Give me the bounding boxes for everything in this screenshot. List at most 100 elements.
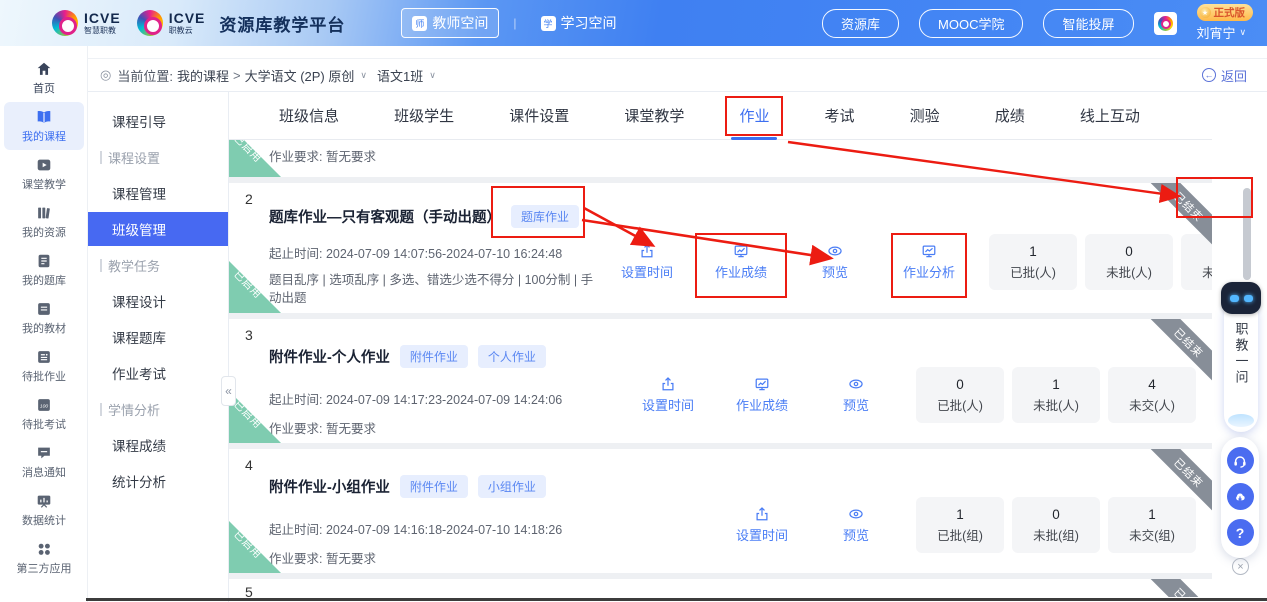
chevron-down-icon[interactable]: ∨ <box>360 70 367 81</box>
submenu-item-course-management[interactable]: 课程管理 <box>88 175 228 211</box>
home-icon <box>35 60 53 78</box>
icve-zhihui-logo-icon <box>52 10 78 36</box>
customer-service-button[interactable] <box>1227 447 1254 474</box>
preview-button[interactable]: 预览 <box>830 376 882 414</box>
tab-quiz[interactable]: 测验 <box>910 105 940 126</box>
floating-toolbar: ? <box>1221 437 1259 558</box>
breadcrumb-separator: > <box>233 68 241 83</box>
group-bar-icon <box>100 403 102 416</box>
preview-button[interactable]: 预览 <box>809 243 861 281</box>
sidebar-item-pending-homework[interactable]: 待批作业 <box>4 342 84 390</box>
submenu-group-learning-analysis: 学情分析 <box>88 391 228 427</box>
icve-mini-logo[interactable] <box>1154 12 1177 35</box>
smart-cast-button[interactable]: 智能投屏 <box>1043 9 1133 38</box>
tab-courseware-settings[interactable]: 课件设置 <box>509 105 569 126</box>
homework-analysis-button[interactable]: 作业分析 <box>903 243 955 281</box>
sidebar-item-my-courses[interactable]: 我的课程 <box>4 102 84 150</box>
username-label: 刘宵宁 <box>1197 23 1236 42</box>
sidebar-item-data-statistics[interactable]: 数据统计 <box>4 486 84 534</box>
resource-library-button[interactable]: 资源库 <box>822 9 899 38</box>
space-divider: | <box>513 16 516 30</box>
tab-exam[interactable]: 考试 <box>825 105 855 126</box>
submenu-item-course-design[interactable]: 课程设计 <box>88 283 228 319</box>
submenu-item-course-question-bank[interactable]: 课程题库 <box>88 319 228 355</box>
robot-assistant-icon[interactable] <box>1221 282 1261 314</box>
set-time-button[interactable]: 设置时间 <box>621 243 673 281</box>
back-button[interactable]: ← 返回 <box>1202 66 1247 85</box>
submenu-item-course-guide[interactable]: 课程引导 <box>88 103 228 139</box>
tab-grades[interactable]: 成绩 <box>995 105 1025 126</box>
assignment-settings-summary: 题目乱序 | 选项乱序 | 多选、错选少选不得分 | 100分制 | 手动出题 <box>269 271 601 307</box>
space-switch: 师 教师空间 | 学 学习空间 <box>401 8 626 38</box>
course-submenu: 课程引导 课程设置 课程管理 班级管理 教学任务 课程设计 课程题库 作业考试 … <box>88 92 229 602</box>
sidebar-item-my-question-bank[interactable]: 我的题库 <box>4 246 84 294</box>
breadcrumb-course-selector[interactable]: 大学语文 (2P) 原创 <box>245 66 355 85</box>
homework-score-icon <box>754 376 770 392</box>
sidebar-item-my-resources[interactable]: 我的资源 <box>4 198 84 246</box>
set-time-icon <box>660 376 676 392</box>
tag-attachment-homework: 附件作业 <box>400 475 468 498</box>
set-time-button[interactable]: 设置时间 <box>736 506 788 544</box>
tag-attachment-homework: 附件作业 <box>400 345 468 368</box>
collapse-icon: « <box>225 384 232 398</box>
preview-button[interactable]: 预览 <box>830 506 882 544</box>
homework-score-button[interactable]: 作业成绩 <box>715 243 767 281</box>
assignment-card-1-partial: 作业要求: 暂无要求 已启用 <box>229 140 1212 177</box>
pending-exam-icon: 100 <box>35 396 53 414</box>
assignment-requirement: 作业要求: 暂无要求 <box>229 140 1212 165</box>
homework-score-button[interactable]: 作业成绩 <box>736 376 788 414</box>
learning-space-button[interactable]: 学 学习空间 <box>531 9 627 37</box>
teacher-space-label: 教师空间 <box>432 13 488 33</box>
scrollbar-thumb[interactable] <box>1243 188 1251 280</box>
chevron-down-icon[interactable]: ∨ <box>429 70 436 81</box>
assistant-widget[interactable]: 职教一问 <box>1224 298 1258 432</box>
mooc-college-button[interactable]: MOOC学院 <box>919 9 1023 38</box>
assignment-card-4: 4 附件作业-小组作业 附件作业 小组作业 起止时间: 2024-07-09 1… <box>229 449 1212 573</box>
set-time-icon <box>639 243 655 259</box>
tab-homework[interactable]: 作业 <box>739 105 769 126</box>
sidebar-item-classroom-teaching[interactable]: 课堂教学 <box>4 150 84 198</box>
tab-online-interaction[interactable]: 线上互动 <box>1080 105 1140 126</box>
set-time-button[interactable]: 设置时间 <box>642 376 694 414</box>
submenu-item-class-management[interactable]: 班级管理 <box>88 212 228 246</box>
assignment-requirement: 作业要求: 暂无要求 <box>269 418 621 437</box>
icve-logo-text: ICVE <box>84 11 121 25</box>
sidebar-item-third-party-apps[interactable]: 第三方应用 <box>4 534 84 582</box>
statistics-icon <box>35 492 53 510</box>
book-icon <box>35 108 53 126</box>
tab-class-students[interactable]: 班级学生 <box>394 105 454 126</box>
sidebar-item-pending-exams[interactable]: 100 待批考试 <box>4 390 84 438</box>
location-icon: ◎ <box>100 67 111 83</box>
submenu-item-course-grades[interactable]: 课程成绩 <box>88 427 228 463</box>
version-badge: ★ 正式版 <box>1197 4 1254 21</box>
submenu-item-statistical-analysis[interactable]: 统计分析 <box>88 463 228 499</box>
submenu-item-homework-exam[interactable]: 作业考试 <box>88 355 228 391</box>
sidebar-item-my-textbooks[interactable]: 我的教材 <box>4 294 84 342</box>
breadcrumb-class-selector[interactable]: 语文1班 <box>377 66 423 85</box>
back-label: 返回 <box>1221 66 1247 85</box>
assignment-title: 题库作业—只有客观题（手动出题） <box>269 206 501 227</box>
sidebar-item-messages[interactable]: 消息通知 <box>4 438 84 486</box>
assignment-time-range: 起止时间: 2024-07-09 14:17:23-2024-07-09 14:… <box>269 389 621 408</box>
assignment-card-2: 2 题库作业—只有客观题（手动出题） 题库作业 起止时间: 2024-07-09… <box>229 183 1212 313</box>
sidebar-item-home[interactable]: 首页 <box>4 54 84 102</box>
tag-question-bank-homework: 题库作业 <box>511 205 579 228</box>
window-bottom-edge <box>86 598 1267 601</box>
eye-icon <box>827 243 843 259</box>
download-button[interactable] <box>1227 483 1254 510</box>
breadcrumb-my-courses[interactable]: 我的课程 <box>177 66 229 85</box>
icve-logo-subtext: 智慧职教 <box>84 27 121 35</box>
assignment-title: 附件作业-小组作业 <box>269 476 390 497</box>
teacher-space-button[interactable]: 师 教师空间 <box>401 8 499 38</box>
user-menu[interactable]: 刘宵宁 ∨ <box>1197 23 1247 42</box>
eye-icon <box>848 506 864 522</box>
close-floating-button[interactable]: × <box>1232 558 1249 575</box>
help-button[interactable]: ? <box>1227 519 1254 546</box>
tab-classroom-teaching[interactable]: 课堂教学 <box>624 105 684 126</box>
app-window: ICVE 智慧职教 ICVE 职教云 资源库教学平台 师 教师空间 | 学 学习… <box>0 0 1267 602</box>
sidebar-collapse-button[interactable]: « <box>221 376 236 406</box>
tab-class-info[interactable]: 班级信息 <box>279 105 339 126</box>
eye-icon <box>848 376 864 392</box>
ribbon-ended: 已结束 <box>1150 579 1212 597</box>
svg-text:100: 100 <box>40 403 48 409</box>
